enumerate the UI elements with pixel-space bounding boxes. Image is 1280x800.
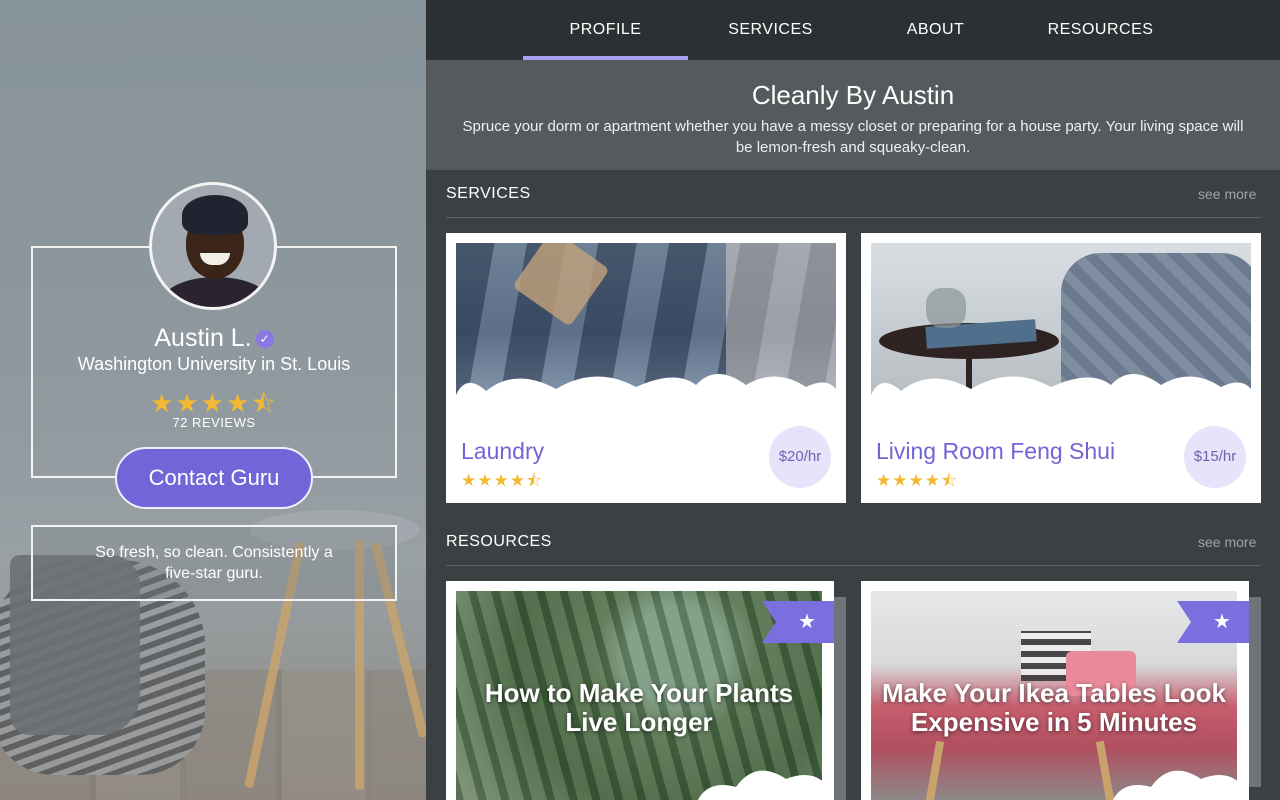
services-divider [446,217,1261,218]
resource-card-plants[interactable]: How to Make Your Plants Live Longer ★ [446,581,846,800]
business-header: Cleanly By Austin Spruce your dorm or ap… [426,60,1280,170]
resources-heading: RESOURCES [446,533,552,550]
review-quote-text: So fresh, so clean. Consistently a five-… [95,544,333,582]
tab-resources[interactable]: RESOURCES [1018,0,1183,60]
service-title[interactable]: Laundry [461,438,544,465]
guru-name: Austin L. ✓ [31,324,397,353]
business-description: Spruce your dorm or apartment whether yo… [462,118,1244,156]
top-nav: PROFILE SERVICES ABOUT RESOURCES [426,0,1280,60]
services-heading: SERVICES [446,185,531,202]
cloud-decoration [456,374,836,413]
review-quote: So fresh, so clean. Consistently a five-… [31,525,397,601]
resource-card-ikea[interactable]: Make Your Ikea Tables Look Expensive in … [861,581,1261,800]
cloud-decoration [871,374,1251,413]
tab-about[interactable]: ABOUT [853,0,1018,60]
check-badge-icon: ✓ [255,330,274,348]
resource-title[interactable]: How to Make Your Plants Live Longer [456,679,822,737]
service-card-feng-shui[interactable]: Living Room Feng Shui ★★★★⯪ $15/hr [861,233,1261,503]
service-price-badge: $20/hr [769,426,831,488]
business-title: Cleanly By Austin [751,80,955,110]
contact-guru-button[interactable]: Contact Guru [115,447,313,509]
resource-title[interactable]: Make Your Ikea Tables Look Expensive in … [871,679,1237,737]
tab-services[interactable]: SERVICES [688,0,853,60]
service-card-laundry[interactable]: Laundry ★★★★⯪ $20/hr [446,233,846,503]
service-rating-stars: ★★★★⯪ [461,471,544,490]
service-price-badge: $15/hr [1184,426,1246,488]
guru-name-text: Austin L. [154,324,252,352]
resources-see-more-link[interactable]: see more [1198,534,1256,550]
service-rating-stars: ★★★★⯪ [876,471,959,490]
resources-divider [446,565,1261,566]
guru-school: Washington University in St. Louis [77,354,351,374]
avatar [149,182,277,310]
review-count[interactable]: 72 REVIEWS [31,415,397,430]
services-see-more-link[interactable]: see more [1198,186,1256,202]
tab-profile[interactable]: PROFILE [523,0,688,60]
service-title[interactable]: Living Room Feng Shui [876,438,1115,465]
